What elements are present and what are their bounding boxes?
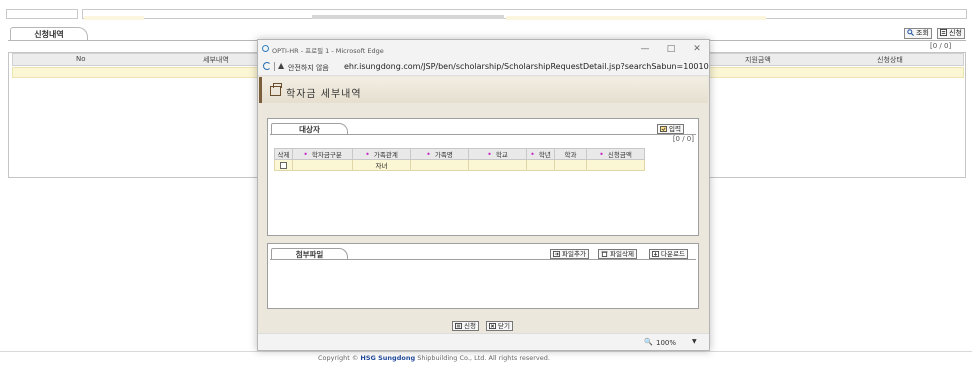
status-bar: 🔍 100% ▼ (258, 333, 709, 350)
column-header-scholarship-type: • 학자금구분 (292, 148, 353, 160)
column-header-status: 신청상태 (877, 56, 903, 64)
column-header-school: • 학교 (468, 148, 527, 160)
add-file-icon (553, 251, 560, 257)
record-count: [0 / 0] (930, 42, 952, 50)
close-icon[interactable]: ✕ (690, 43, 704, 55)
amount-cell[interactable] (586, 159, 645, 171)
search-icon (907, 29, 914, 36)
popup-apply-button[interactable]: 신청 (452, 321, 479, 331)
trash-icon (601, 251, 608, 257)
document-icon (455, 323, 462, 329)
delete-checkbox[interactable] (280, 161, 287, 169)
address-bar: ▲ 안전하지 않음 ehr.isungdong.com/JSP/ben/scho… (258, 58, 709, 76)
major-cell[interactable] (554, 159, 587, 171)
page-header: 학자금 세부내역 (259, 77, 708, 103)
page-title: 학자금 세부내역 (286, 89, 362, 100)
add-file-button[interactable]: 파일추가 (550, 249, 589, 259)
delete-checkbox-cell[interactable] (274, 159, 293, 171)
close-box-icon (489, 323, 496, 329)
refresh-icon[interactable] (263, 62, 271, 70)
copyright-company: HSG Sungdong (360, 354, 416, 362)
copyright-text: Copyright © HSG Sungdong Shipbuilding Co… (318, 354, 550, 362)
tab-divider (270, 134, 696, 135)
column-header-relation: • 가족관계 (352, 148, 411, 160)
minimize-icon[interactable]: — (638, 43, 652, 55)
window-titlebar[interactable]: OPTI-HR - 프로필 1 - Microsoft Edge — □ ✕ (258, 40, 709, 58)
column-header-major: 학과 (554, 148, 587, 160)
delete-file-button-label: 파일삭제 (610, 250, 634, 258)
column-header-support-amount: 지원금액 (745, 56, 771, 64)
window-title: OPTI-HR - 프로필 1 - Microsoft Edge (272, 47, 384, 55)
address-separator (274, 62, 275, 71)
column-header-no: No (76, 55, 86, 63)
add-file-button-label: 파일추가 (562, 250, 586, 258)
top-filter-bar (0, 0, 972, 22)
target-section: 대상자 입력 [0 / 0] 삭제 • 학자금구분 • 가족관계 • 가족명 • 학교 … (267, 118, 699, 236)
url-field[interactable]: ehr.isungdong.com/JSP/ben/scholarship/Sc… (344, 62, 709, 71)
warning-icon[interactable]: ▲ (278, 61, 284, 70)
filter-scrollbar (312, 15, 504, 19)
download-button[interactable]: 다운로드 (649, 249, 688, 259)
target-grid: 삭제 • 학자금구분 • 가족관계 • 가족명 • 학교 • 학년 학과 • 신청금액 자녀 (274, 148, 645, 171)
grade-cell[interactable] (526, 159, 555, 171)
column-header-family-name: • 가족명 (410, 148, 469, 160)
footer-divider (0, 351, 972, 352)
zoom-level[interactable]: 100% (656, 339, 676, 347)
filter-stripe (706, 16, 766, 20)
security-label[interactable]: 안전하지 않음 (288, 63, 329, 73)
relation-cell[interactable]: 자녀 (352, 159, 411, 171)
apply-button[interactable]: 신청 (937, 28, 965, 39)
family-name-cell[interactable] (410, 159, 469, 171)
target-record-count: [0 / 0] (672, 135, 694, 143)
tab-divider (270, 259, 696, 260)
chevron-down-icon[interactable]: ▼ (692, 338, 697, 345)
filter-stripe (84, 16, 144, 20)
document-icon (940, 29, 947, 36)
popup-apply-button-label: 신청 (464, 322, 476, 330)
edge-icon (262, 45, 269, 52)
input-button-label: 입력 (669, 125, 681, 133)
filter-select[interactable] (6, 9, 78, 19)
scholarship-type-cell[interactable] (292, 159, 353, 171)
copyright-suffix: Shipbuilding Co., Ltd. All rights reserv… (415, 354, 550, 362)
popup-close-button[interactable]: 닫기 (486, 321, 513, 331)
column-header-delete: 삭제 (274, 148, 293, 160)
column-header-amount: • 신청금액 (586, 148, 645, 160)
input-button[interactable]: 입력 (657, 124, 684, 134)
copyright-prefix: Copyright © (318, 354, 359, 362)
delete-file-button[interactable]: 파일삭제 (598, 249, 637, 259)
insert-icon (660, 126, 667, 132)
column-header-grade: • 학년 (526, 148, 555, 160)
briefcase-icon (270, 83, 282, 96)
table-row[interactable]: 자녀 (274, 159, 645, 171)
apply-button-label: 신청 (949, 29, 962, 37)
filter-stripe (506, 16, 706, 20)
school-cell[interactable] (468, 159, 527, 171)
tab-application-history[interactable]: 신청내역 (10, 27, 88, 41)
target-grid-header: 삭제 • 학자금구분 • 가족관계 • 가족명 • 학교 • 학년 학과 • 신청금액 (274, 148, 645, 160)
attachment-section: 첨부파일 파일추가 파일삭제 다운로드 (267, 243, 699, 309)
search-button[interactable]: 조회 (904, 28, 932, 39)
zoom-icon: 🔍 (644, 338, 653, 346)
download-icon (652, 251, 659, 257)
download-button-label: 다운로드 (661, 250, 685, 258)
search-button-label: 조회 (916, 29, 929, 37)
popup-window: OPTI-HR - 프로필 1 - Microsoft Edge — □ ✕ ▲… (257, 39, 710, 351)
popup-content: 학자금 세부내역 대상자 입력 [0 / 0] 삭제 • 학자금구분 • 가족관계 … (258, 76, 709, 333)
popup-close-button-label: 닫기 (498, 322, 510, 330)
maximize-icon[interactable]: □ (664, 43, 678, 55)
column-header-detail: 세부내역 (203, 56, 229, 64)
